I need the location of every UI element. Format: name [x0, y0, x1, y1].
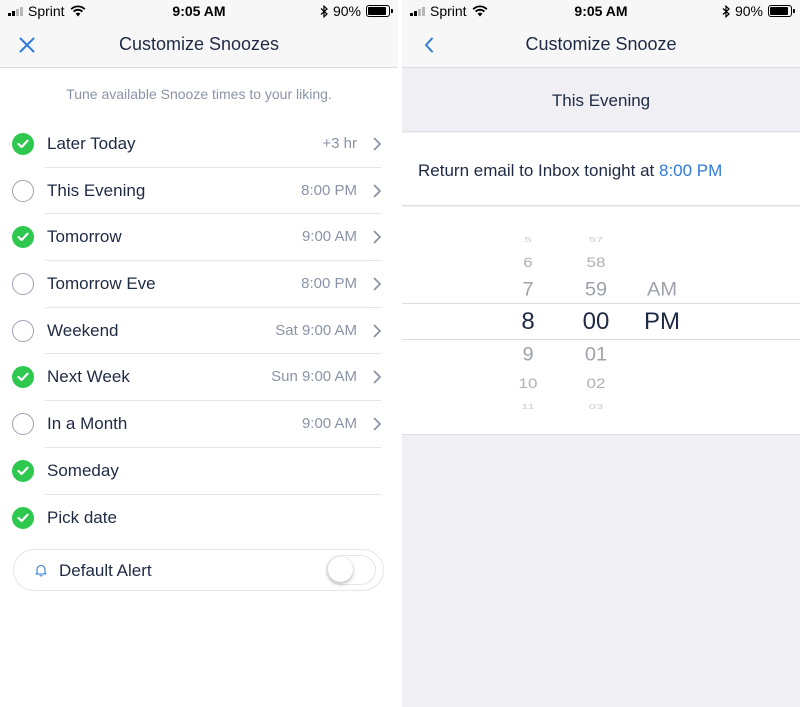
default-alert-row: Default Alert — [13, 549, 384, 591]
snooze-option-row[interactable]: Tomorrow 9:00 AM — [0, 214, 398, 262]
snooze-option-row[interactable]: In a Month 9:00 AM — [0, 401, 398, 448]
chevron-right-icon — [373, 277, 381, 291]
status-bar: Sprint 9:05 AM 90% — [402, 0, 800, 22]
return-label: Return email to Inbox tonight at — [418, 161, 655, 180]
chevron-right-icon — [373, 230, 381, 244]
snooze-option-row[interactable]: Next Week Sun 9:00 AM — [0, 354, 398, 402]
picker-value[interactable]: 7 — [498, 281, 558, 300]
snooze-option-label: Pick date — [47, 507, 117, 527]
checked-circle-icon[interactable] — [12, 506, 34, 529]
snooze-option-label: This Evening — [47, 180, 146, 200]
snooze-option-value: 9:00 AM — [301, 228, 357, 246]
hour-wheel[interactable]: 5 6 7 8 9 10 11 — [498, 207, 558, 434]
snooze-option-row[interactable]: This Evening 8:00 PM — [0, 168, 398, 215]
checkmark-icon — [17, 373, 29, 382]
snooze-option-value: 9:00 AM — [301, 415, 357, 433]
chevron-right-icon — [373, 184, 381, 198]
snooze-option-label: In a Month — [47, 414, 128, 434]
snooze-options-list: Later Today +3 hr This Evening 8:00 PM Tomor… — [0, 121, 398, 541]
picker-value[interactable]: 59 — [566, 281, 626, 300]
checkmark-icon — [17, 139, 29, 149]
battery-level — [368, 7, 386, 15]
picker-value[interactable]: 5 — [498, 235, 558, 242]
unchecked-circle-icon[interactable] — [12, 413, 34, 436]
checked-circle-icon[interactable] — [12, 226, 34, 249]
picker-value[interactable]: 03 — [566, 402, 626, 409]
battery-level — [770, 7, 788, 15]
picker-value[interactable]: 58 — [566, 255, 626, 269]
nav-bar: Customize Snooze — [402, 22, 800, 68]
checked-circle-icon[interactable] — [12, 133, 34, 155]
picker-value[interactable]: 02 — [566, 376, 626, 390]
checkmark-icon — [17, 513, 29, 522]
snooze-option-value: Sat 9:00 AM — [275, 321, 357, 339]
picker-value[interactable]: 8 — [498, 310, 558, 334]
snooze-option-row[interactable]: Someday — [0, 448, 398, 495]
status-bar: Sprint 9:05 AM 90% — [0, 0, 398, 22]
unchecked-circle-icon[interactable] — [12, 273, 34, 296]
return-info: Return email to Inbox tonight at 8:00 PM — [402, 133, 800, 206]
page-title: Customize Snoozes — [118, 34, 280, 54]
picker-value[interactable]: 11 — [498, 402, 558, 409]
picker-value[interactable]: PM — [632, 310, 692, 334]
section-header: This Evening — [402, 68, 800, 132]
battery-icon — [366, 5, 393, 17]
snooze-option-label: Tomorrow — [47, 227, 122, 247]
chevron-right-icon — [373, 417, 381, 431]
nav-bar: Customize Snoozes — [0, 22, 398, 68]
checkmark-icon — [17, 233, 29, 242]
chevron-right-icon — [373, 371, 381, 384]
picker-value[interactable]: 01 — [566, 346, 626, 365]
snooze-option-label: Next Week — [47, 367, 130, 387]
section-title: This Evening — [551, 91, 651, 110]
page-subtitle: Tune available Snooze times to your liki… — [66, 86, 332, 102]
battery-percent: 90% — [734, 3, 763, 19]
bluetooth-icon — [320, 4, 328, 18]
snooze-option-row[interactable]: Pick date — [0, 495, 398, 542]
time-picker[interactable]: 5 6 7 8 9 10 11 57 58 59 00 01 02 03 AM PM — [402, 207, 800, 435]
page-title: Customize Snooze — [525, 34, 677, 54]
return-time[interactable]: 8:00 PM — [659, 161, 722, 180]
return-text: Return email to Inbox tonight at 8:00 PM — [418, 161, 722, 181]
unchecked-circle-icon[interactable] — [12, 179, 34, 202]
unchecked-circle-icon[interactable] — [12, 319, 34, 342]
status-right: 90% — [320, 3, 393, 19]
snooze-option-label: Later Today — [47, 134, 136, 153]
snooze-option-value: Sun 9:00 AM — [271, 368, 357, 386]
checkmark-icon — [17, 466, 29, 475]
battery-percent: 90% — [332, 3, 361, 19]
picker-value[interactable]: 57 — [566, 235, 626, 242]
checked-circle-icon[interactable] — [12, 366, 34, 389]
bell-icon — [35, 564, 47, 577]
toggle-knob — [328, 557, 353, 582]
snooze-option-label: Someday — [47, 460, 119, 480]
snooze-option-value: +3 hr — [322, 135, 357, 152]
default-alert-toggle[interactable] — [326, 555, 376, 585]
status-right: 90% — [722, 3, 795, 19]
meridiem-wheel[interactable]: AM PM — [632, 207, 692, 434]
customize-snooze-detail-screen: Sprint 9:05 AM 90% Customize Snooze This… — [402, 0, 800, 707]
customize-snoozes-screen: Sprint 9:05 AM 90% Customize Snoozes Tun… — [0, 0, 398, 707]
chevron-right-icon — [373, 137, 381, 151]
chevron-right-icon — [373, 324, 381, 338]
picker-value[interactable]: 00 — [566, 310, 626, 334]
snooze-option-value: 8:00 PM — [301, 181, 357, 199]
snooze-option-row[interactable]: Tomorrow Eve 8:00 PM — [0, 261, 398, 308]
snooze-option-value: 8:00 PM — [301, 275, 357, 293]
snooze-option-label: Weekend — [47, 320, 119, 340]
snooze-option-label: Tomorrow Eve — [47, 274, 156, 294]
bluetooth-icon — [722, 4, 730, 18]
picker-value[interactable]: 10 — [498, 376, 558, 390]
minute-wheel[interactable]: 57 58 59 00 01 02 03 — [566, 207, 626, 434]
default-alert-label: Default Alert — [59, 561, 152, 580]
picker-value[interactable]: 9 — [498, 346, 558, 365]
checked-circle-icon[interactable] — [12, 459, 34, 482]
snooze-option-row[interactable]: Later Today +3 hr — [0, 121, 398, 168]
picker-value[interactable]: 6 — [498, 255, 558, 269]
battery-icon — [768, 5, 795, 17]
picker-value[interactable]: AM — [632, 281, 692, 300]
snooze-option-row[interactable]: Weekend Sat 9:00 AM — [0, 308, 398, 355]
